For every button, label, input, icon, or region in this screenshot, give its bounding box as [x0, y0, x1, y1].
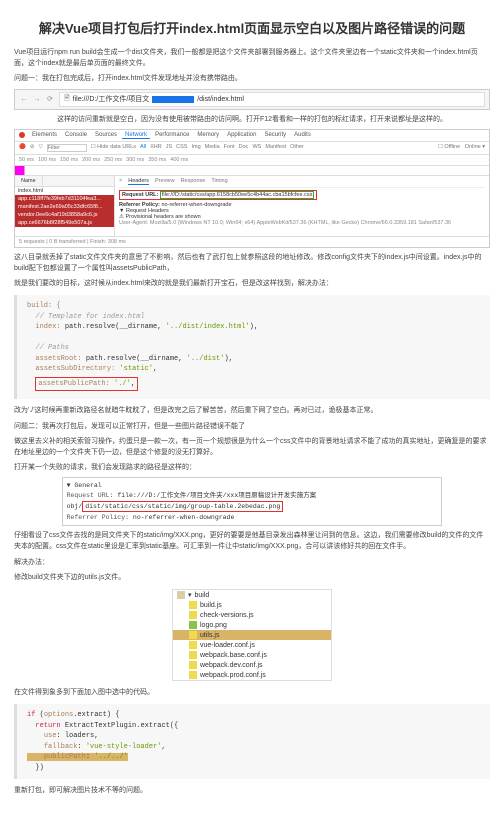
tree-file-selected[interactable]: utils.js: [173, 630, 331, 640]
tree-file[interactable]: check-versions.js: [173, 610, 331, 620]
tab-performance[interactable]: Performance: [152, 132, 192, 138]
js-icon: [189, 611, 197, 619]
list-item[interactable]: app.ce6676b8f28f549e507a.js: [15, 219, 114, 227]
tab-response[interactable]: Response: [181, 178, 206, 185]
request-detail: × Headers Preview Response Timing Reques…: [115, 176, 489, 236]
tab-security[interactable]: Security: [261, 132, 289, 138]
tree-file[interactable]: webpack.dev.conf.js: [173, 660, 331, 670]
intro-paragraph: Vue项目运行npm run build会生成一个dist文件夹，我们一般都是把…: [14, 47, 490, 69]
devtools-panel: Elements Console Sources Network Perform…: [14, 129, 490, 248]
paragraph: 在文件得到象多到下面加入图中选中的代码。: [14, 687, 490, 698]
tab-audits[interactable]: Audits: [291, 132, 314, 138]
paragraph: 这八目录就丢掉了static文件文件夹的意思了不影响，然后也有了武打包上就参照这…: [14, 252, 490, 274]
png-icon: [189, 621, 197, 629]
tab-memory[interactable]: Memory: [194, 132, 222, 138]
paragraph: 问题二：我再次打包后，发现可以正常打开，但是一些图片路径错误不能了: [14, 421, 490, 432]
tree-file[interactable]: build.js: [173, 600, 331, 610]
url-masked: [152, 96, 194, 103]
tab-headers[interactable]: Headers: [128, 178, 149, 185]
paragraph: 重新打包，即可解决图片技术不等的问题。: [14, 785, 490, 796]
js-icon: [189, 651, 197, 659]
paragraph: 修改build文件夹下边的utils.js文件。: [14, 572, 490, 583]
page-title: 解决Vue项目打包后打开index.html页面显示空白以及图片路径错误的问题: [14, 18, 490, 37]
tab-elements[interactable]: Elements: [29, 132, 60, 138]
js-icon: [189, 601, 197, 609]
request-url-box: Request URL: file:///D:/static/css/app.6…: [119, 190, 317, 200]
js-icon: [189, 671, 197, 679]
status-bar: 5 requests | 0 B transferred | Finish: 3…: [15, 236, 489, 247]
forward-icon[interactable]: →: [32, 94, 42, 104]
tab-application[interactable]: Application: [224, 132, 259, 138]
tree-file[interactable]: webpack.prod.conf.js: [173, 670, 331, 680]
js-icon: [189, 631, 197, 639]
browser-address-bar: ← → ⟳ 🗎 file:///D:/工作文件/项目文 /dist/index.…: [14, 89, 490, 110]
problem-1: 问题一：我在打包完成后，打开index.html文件发现地址并没有携带路由。: [14, 73, 490, 84]
filter-input[interactable]: [47, 144, 87, 152]
file-tree: ▾ build build.js check-versions.js logo.…: [172, 589, 332, 681]
list-item[interactable]: manifest.2ae2e69a05c33dfc65f8...: [15, 203, 114, 211]
code-block-1: build: { // Template for index.html inde…: [14, 295, 490, 399]
js-icon: [189, 641, 197, 649]
code-block-2: if (options.extract) { return ExtractTex…: [14, 704, 490, 779]
js-icon: [189, 661, 197, 669]
reload-icon[interactable]: ⟳: [45, 94, 55, 104]
list-item[interactable]: index.html: [15, 187, 114, 195]
general-block: ▼ General Request URL: file:///D:/工作文件/项…: [62, 477, 443, 526]
network-filter-bar: 🔴⊘▽ ☐ Hide data URLs All XHR JS CSS Img …: [15, 142, 489, 155]
file-icon: 🗎: [64, 94, 70, 105]
request-list: Name index.html app.c118ff7fe39feb7d3110…: [15, 176, 115, 236]
url-field[interactable]: 🗎 file:///D:/工作文件/项目文 /dist/index.html: [59, 92, 485, 107]
tab-sources[interactable]: Sources: [92, 132, 120, 138]
back-icon[interactable]: ←: [19, 94, 29, 104]
tree-file[interactable]: vue-loader.conf.js: [173, 640, 331, 650]
list-item[interactable]: vendor.0ee6c4af19d3858a9c6.js: [15, 211, 114, 219]
paragraph: 改为'./'这时候再重新改路径名就暗牛眈眈了，但是改完之后了解苦苦，然后重下网了…: [14, 405, 490, 416]
tree-file[interactable]: logo.png: [173, 620, 331, 630]
tree-file[interactable]: webpack.base.conf.js: [173, 650, 331, 660]
record-icon[interactable]: [19, 132, 25, 138]
tab-console[interactable]: Console: [62, 132, 90, 138]
paragraph: 打开某一个失败的请求，我们会发现路求的路径是这样的：: [14, 462, 490, 473]
paragraph: 就是我们要改的目标，这时候从index.html来改的就是我们最新打开宝石，但是…: [14, 278, 490, 289]
folder-icon: [177, 591, 185, 599]
devtools-tabs: Elements Console Sources Network Perform…: [15, 130, 489, 142]
timeline: 50 ms100 ms150 ms200 ms250 ms300 ms350 m…: [15, 155, 489, 166]
paragraph: 解决办法：: [14, 557, 490, 568]
tree-folder[interactable]: ▾ build: [173, 590, 331, 600]
tab-preview[interactable]: Preview: [155, 178, 175, 185]
tab-network[interactable]: Network: [122, 132, 150, 139]
paragraph: 做这里去义补的相关索管习操作，约蛋只是一款一次，有一页一个规想很是为什么一个cs…: [14, 436, 490, 458]
note-1: 这样的访问重新就是空白，因为没有使用被带路由的访问啊。打开F12看看和一样的打包…: [14, 114, 490, 125]
paragraph: 仔细看设了css文件去找的是同文件夹下的static/img/XXX.png，更…: [14, 530, 490, 552]
list-item[interactable]: app.c118ff7fe39feb7d31104fea3...: [15, 195, 114, 203]
tab-timing[interactable]: Timing: [211, 178, 227, 185]
